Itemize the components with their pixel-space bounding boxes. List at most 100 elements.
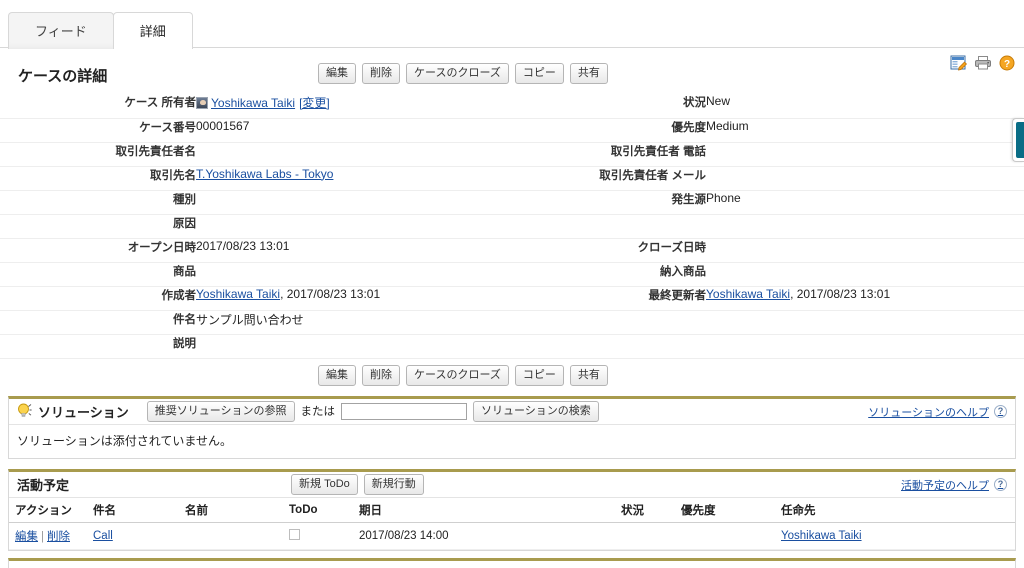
field-value-case-origin: Phone — [706, 190, 1024, 215]
new-event-button[interactable]: 新規行動 — [363, 473, 424, 495]
row-assigned-to: Yoshikawa Taiki — [775, 522, 1015, 550]
sharing-button-top[interactable]: 共有 — [569, 63, 608, 84]
field-value-empty-3 — [706, 334, 1024, 359]
case-detail-page: フィード 詳細 ? ケースの詳細 編集 削除 ケースのクローズ コピー 共有 ケ… — [0, 0, 1024, 568]
row-status — [615, 522, 675, 550]
field-label-contact-email: 取引先責任者 メール — [520, 166, 706, 191]
field-value-status: New — [706, 94, 1024, 119]
detail-row: 種別 発生源 Phone — [0, 190, 1024, 215]
question-mark-icon[interactable]: ? — [994, 405, 1007, 418]
created-by-timestamp: , 2017/08/23 13:01 — [280, 286, 381, 301]
clone-button-top[interactable]: コピー — [514, 63, 564, 84]
field-value-empty-1 — [706, 214, 1024, 239]
edit-button-top[interactable]: 編集 — [318, 63, 356, 84]
field-value-description — [196, 334, 520, 359]
field-value-asset — [706, 262, 1024, 287]
tab-feed[interactable]: フィード — [8, 12, 114, 49]
delete-button-bottom[interactable]: 削除 — [362, 364, 400, 386]
field-value-empty-2 — [706, 310, 1024, 335]
delete-button-top[interactable]: 削除 — [362, 63, 400, 84]
detail-action-buttons-top: 編集 削除 ケースのクローズ コピー 共有 — [318, 63, 608, 84]
solution-search-input[interactable] — [341, 402, 468, 420]
column-header-status: 状況 — [615, 497, 675, 523]
field-value-contact-phone — [706, 142, 1024, 167]
column-header-subject: 件名 — [87, 497, 179, 523]
column-header-action: アクション — [9, 497, 87, 523]
or-label: または — [300, 406, 336, 418]
field-value-product — [196, 262, 520, 287]
detail-row: 取引先責任者名 取引先責任者 電話 — [0, 142, 1024, 167]
field-value-case-number: 00001567 — [196, 118, 520, 143]
case-detail-header: ケースの詳細 編集 削除 ケースのクローズ コピー 共有 — [0, 60, 1024, 92]
row-edit-link[interactable]: 編集 — [15, 531, 38, 543]
tab-feed-label: フィード — [35, 24, 87, 39]
field-label-empty-3 — [520, 334, 706, 359]
last-modified-by-link[interactable]: Yoshikawa Taiki — [706, 287, 790, 301]
column-header-name: 名前 — [179, 497, 283, 523]
row-todo — [283, 522, 353, 550]
detail-row: 原因 — [0, 214, 1024, 239]
next-panel-partial — [8, 558, 1016, 568]
new-task-button[interactable]: 新規 ToDo — [291, 473, 358, 495]
row-subject: Call — [87, 522, 179, 550]
lightbulb-icon — [17, 403, 32, 419]
table-header-row: アクション 件名 名前 ToDo 期日 状況 優先度 任命先 — [9, 497, 1015, 523]
open-activities-panel: 活動予定 新規 ToDo 新規行動 活動予定のヘルプ ? アクション 件名 名前… — [8, 468, 1016, 551]
field-label-priority: 優先度 — [520, 118, 706, 143]
open-activities-header: 活動予定 新規 ToDo 新規行動 活動予定のヘルプ ? — [9, 471, 1015, 498]
side-panel-tab[interactable] — [1012, 118, 1024, 162]
avatar — [196, 97, 208, 109]
sharing-button-bottom[interactable]: 共有 — [569, 364, 608, 386]
tab-list: フィード 詳細 — [0, 0, 1024, 49]
question-mark-icon[interactable]: ? — [994, 478, 1007, 491]
tab-detail[interactable]: 詳細 — [112, 12, 193, 49]
field-label-status: 状況 — [520, 94, 706, 119]
tab-detail-label: 詳細 — [139, 24, 166, 39]
open-activities-help-link[interactable]: 活動予定のヘルプ ? — [901, 477, 1007, 493]
created-by-link[interactable]: Yoshikawa Taiki — [196, 287, 280, 301]
field-label-date-closed: クローズ日時 — [520, 238, 706, 263]
field-value-date-closed — [706, 238, 1024, 263]
field-value-case-reason — [196, 214, 520, 239]
row-subject-link[interactable]: Call — [93, 530, 113, 542]
column-header-due-date: 期日 — [353, 497, 615, 523]
account-name-link[interactable]: T.Yoshikawa Labs - Tokyo — [196, 167, 333, 181]
field-label-date-opened: オープン日時 — [0, 238, 196, 263]
solutions-help-link[interactable]: ソリューションのヘルプ ? — [868, 404, 1007, 420]
detail-row: オープン日時 2017/08/23 13:01 クローズ日時 — [0, 238, 1024, 263]
clone-button-bottom[interactable]: コピー — [514, 364, 564, 386]
detail-row: 作成者 Yoshikawa Taiki, 2017/08/23 13:01 最終… — [0, 286, 1024, 311]
close-case-button-bottom[interactable]: ケースのクローズ — [406, 364, 509, 386]
field-label-case-reason: 原因 — [0, 214, 196, 239]
field-value-priority: Medium — [706, 118, 1024, 143]
solutions-panel: ソリューション 推奨ソリューションの参照 または ソリューションの検索 ソリュー… — [8, 395, 1016, 459]
todo-checkbox[interactable] — [289, 529, 300, 540]
column-header-assigned-to: 任命先 — [775, 497, 1015, 523]
field-value-case-owner: Yoshikawa Taiki [変更] — [196, 94, 520, 119]
column-header-priority: 優先度 — [675, 497, 775, 523]
page-title: ケースの詳細 — [18, 68, 108, 85]
row-priority — [675, 522, 775, 550]
row-assigned-to-link[interactable]: Yoshikawa Taiki — [781, 530, 862, 542]
open-activities-title: 活動予定 — [17, 477, 70, 493]
field-label-created-by: 作成者 — [0, 286, 196, 311]
open-activities-table: アクション 件名 名前 ToDo 期日 状況 優先度 任命先 編集 | 削除 Cal… — [9, 497, 1015, 550]
detail-row: 商品 納入商品 — [0, 262, 1024, 287]
field-value-created-by: Yoshikawa Taiki, 2017/08/23 13:01 — [196, 286, 520, 311]
browse-suggested-solutions-button[interactable]: 推奨ソリューションの参照 — [146, 400, 295, 422]
case-owner-link[interactable]: Yoshikawa Taiki — [211, 96, 295, 110]
detail-row: 取引先名 T.Yoshikawa Labs - Tokyo 取引先責任者 メール — [0, 166, 1024, 191]
last-modified-timestamp: , 2017/08/23 13:01 — [790, 286, 891, 301]
field-label-case-owner: ケース 所有者 — [0, 94, 196, 119]
action-separator: | — [41, 530, 44, 543]
field-label-case-origin: 発生源 — [520, 190, 706, 215]
solutions-empty-message: ソリューションは添付されていません。 — [17, 433, 233, 448]
change-owner-link[interactable]: [変更] — [299, 96, 330, 110]
row-due-date: 2017/08/23 14:00 — [353, 522, 615, 550]
edit-button-bottom[interactable]: 編集 — [318, 364, 356, 386]
solutions-title: ソリューション — [38, 404, 129, 420]
close-case-button-top[interactable]: ケースのクローズ — [406, 63, 509, 84]
row-delete-link[interactable]: 削除 — [47, 531, 70, 543]
search-solutions-button[interactable]: ソリューションの検索 — [473, 400, 599, 422]
row-actions: 編集 | 削除 — [9, 522, 87, 550]
